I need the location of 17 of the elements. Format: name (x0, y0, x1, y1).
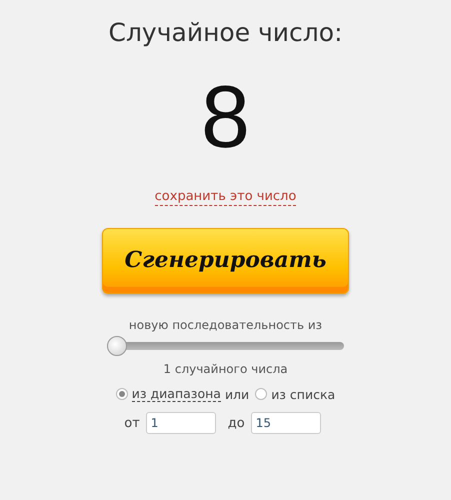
count-text: 1 случайного числа (163, 362, 288, 376)
radio-label[interactable]: из списка (271, 386, 336, 402)
to-field[interactable]: 15 (250, 412, 321, 434)
from-label: от (124, 416, 140, 430)
to-label: до (228, 416, 245, 430)
radio-button[interactable] (255, 388, 268, 400)
count-slider[interactable] (107, 336, 344, 356)
radio-label[interactable]: из диапазона (132, 386, 221, 402)
save-number-link[interactable]: сохранить это число (154, 189, 296, 206)
random-number: 8 (201, 67, 250, 167)
from-field[interactable]: 1 (146, 412, 216, 434)
radio-button[interactable] (116, 388, 128, 400)
sequence-label: новую последовательность из (128, 318, 322, 332)
joiner-text: или (224, 386, 250, 402)
slider-thumb[interactable] (107, 336, 127, 356)
generate-button[interactable]: Сгенерировать (102, 228, 349, 294)
page-title: Случайное число: (108, 18, 342, 47)
